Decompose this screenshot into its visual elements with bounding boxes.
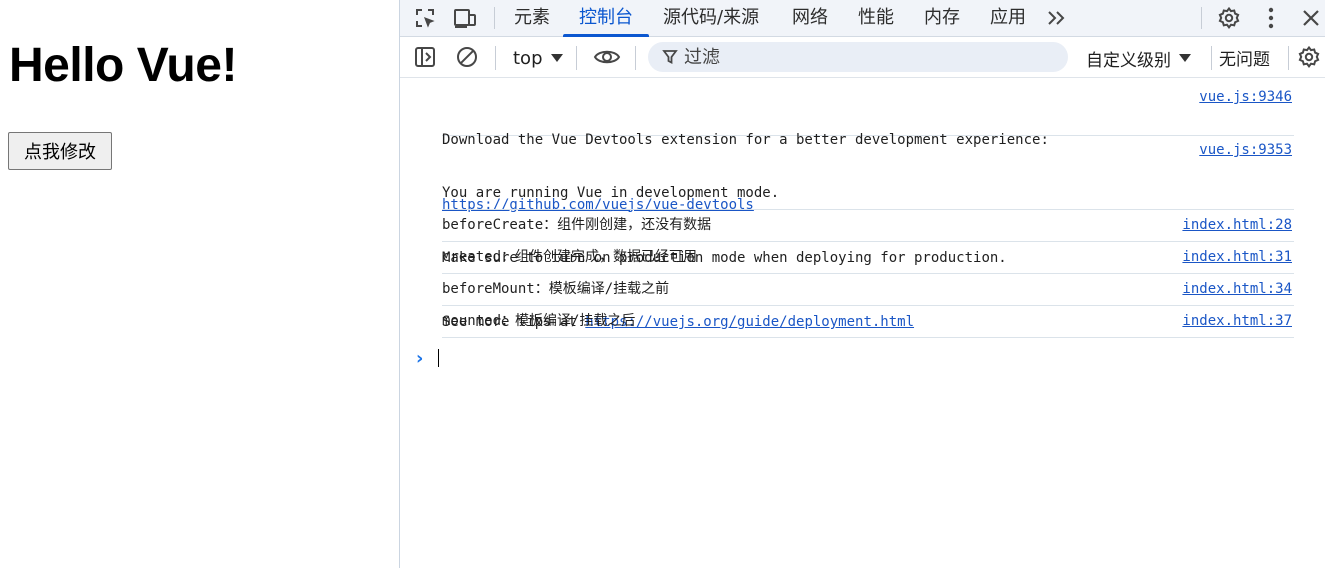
modify-button[interactable]: 点我修改 (8, 132, 112, 170)
filter-icon (662, 50, 678, 64)
toolbar-divider (576, 46, 577, 70)
inspect-element-icon[interactable] (412, 5, 438, 31)
page-viewport: Hello Vue! 点我修改 (0, 0, 399, 568)
devtools-tab-bar: 元素 控制台 源代码/来源 网络 性能 内存 应用 (400, 0, 1325, 37)
message-text: beforeCreate：组件刚创建，还没有数据 (442, 217, 712, 233)
message-source-link[interactable]: index.html:37 (1182, 311, 1292, 333)
prompt-chevron-icon: › (416, 347, 424, 369)
toolbar-divider (1211, 46, 1212, 70)
tab-application[interactable]: 应用 (988, 0, 1028, 37)
sidebar-toggle-icon[interactable] (411, 43, 439, 71)
tab-elements[interactable]: 元素 (512, 0, 552, 37)
devtools-panel: 元素 控制台 源代码/来源 网络 性能 内存 应用 top 过滤 自定义级别 无… (399, 0, 1325, 568)
tab-memory[interactable]: 内存 (922, 0, 962, 37)
issues-counter[interactable]: 无问题 (1219, 45, 1270, 70)
message-text: You are running Vue in development mode. (442, 185, 780, 201)
toolbar-divider (494, 7, 495, 29)
settings-gear-icon[interactable] (1216, 5, 1242, 31)
eye-icon[interactable] (593, 43, 621, 71)
context-select[interactable]: top (513, 45, 563, 71)
console-message: mounted：模板编译/挂载之后 index.html:37 (442, 306, 1294, 338)
message-source-link[interactable]: vue.js:9346 (1199, 87, 1292, 109)
toolbar-divider (635, 46, 636, 70)
console-message: beforeMount：模板编译/挂载之前 index.html:34 (442, 274, 1294, 306)
clear-console-icon[interactable] (453, 43, 481, 71)
message-source-link[interactable]: index.html:31 (1182, 247, 1292, 269)
dropdown-arrow-icon (550, 54, 563, 62)
tab-console[interactable]: 控制台 (563, 0, 649, 37)
page-heading: Hello Vue! (9, 39, 237, 92)
console-toolbar: top 自定义级别 无问题 (400, 37, 1325, 78)
tab-sources[interactable]: 源代码/来源 (661, 0, 761, 37)
console-message: beforeCreate：组件刚创建，还没有数据 index.html:28 (442, 210, 1294, 242)
message-text: mounted：模板编译/挂载之后 (442, 313, 636, 329)
close-icon[interactable] (1298, 5, 1324, 31)
console-messages: Download the Vue Devtools extension for … (400, 79, 1325, 568)
toolbar-divider (1288, 46, 1289, 70)
console-settings-icon[interactable] (1295, 43, 1323, 71)
device-toolbar-icon[interactable] (452, 5, 478, 31)
console-message: You are running Vue in development mode.… (442, 136, 1294, 330)
toolbar-divider (1201, 7, 1202, 29)
message-text: beforeMount：模板编译/挂载之前 (442, 281, 670, 297)
message-text: created：组件创建完成，数据已经可用 (442, 249, 698, 265)
log-levels-label: 自定义级别 (1086, 50, 1171, 71)
kebab-menu-icon[interactable] (1258, 5, 1284, 31)
toolbar-divider (495, 46, 496, 70)
filter-box[interactable] (648, 42, 1068, 72)
tab-network[interactable]: 网络 (790, 0, 830, 37)
more-tabs-icon[interactable] (1043, 5, 1069, 31)
filter-input[interactable] (684, 46, 1044, 68)
context-label: top (513, 47, 543, 69)
console-message: Download the Vue Devtools extension for … (442, 84, 1294, 213)
dropdown-arrow-icon (1179, 54, 1191, 62)
log-levels-select[interactable]: 自定义级别 (1086, 45, 1191, 71)
message-source-link[interactable]: vue.js:9353 (1199, 140, 1292, 162)
message-source-link[interactable]: index.html:28 (1182, 215, 1292, 237)
message-source-link[interactable]: index.html:34 (1182, 279, 1292, 301)
console-prompt[interactable]: › (416, 347, 439, 369)
tab-performance[interactable]: 性能 (856, 0, 896, 37)
console-message: created：组件创建完成，数据已经可用 index.html:31 (442, 242, 1294, 274)
text-caret (438, 349, 439, 367)
